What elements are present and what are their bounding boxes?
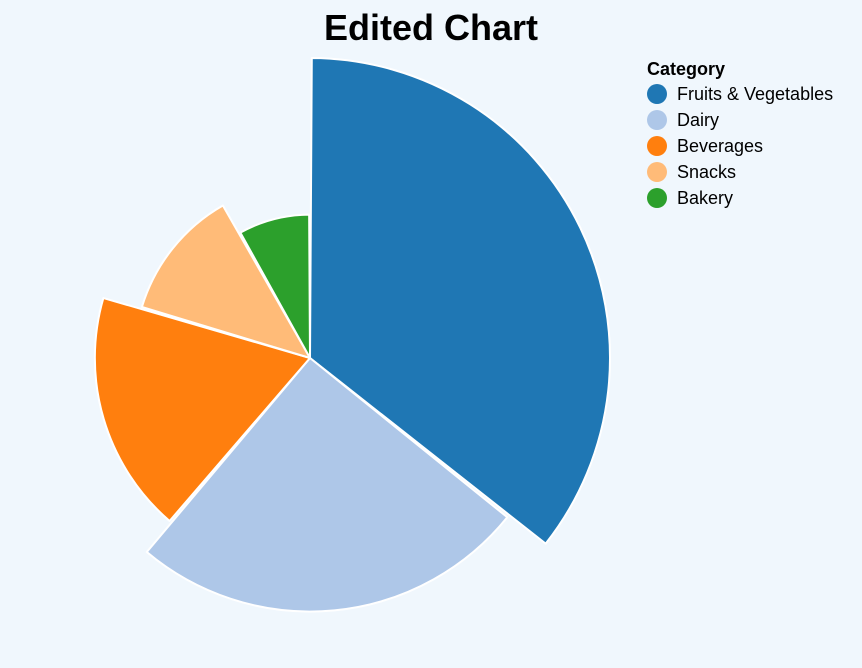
legend-item-bakery: Bakery [647, 185, 833, 211]
legend-item-dairy: Dairy [647, 107, 833, 133]
legend-swatch-snacks [647, 162, 667, 182]
legend-swatch-beverages [647, 136, 667, 156]
legend-label-fruits-vegetables: Fruits & Vegetables [677, 83, 834, 104]
legend-swatch-bakery [647, 188, 667, 208]
chart-root: Edited Chart Category Fruits & Vegetable… [0, 0, 862, 668]
legend-item-fruits-vegetables: Fruits & Vegetables [647, 81, 833, 107]
legend-label-beverages: Beverages [677, 135, 764, 156]
chart-title: Edited Chart [323, 7, 538, 48]
legend-item-snacks: Snacks [647, 159, 833, 185]
legend: Category Fruits & Vegetables Dairy Beverag… [647, 58, 833, 211]
legend-items: Fruits & Vegetables Dairy Beverages Snacks B… [647, 81, 833, 211]
legend-swatch-dairy [647, 110, 667, 130]
legend-title: Category [647, 59, 726, 79]
legend-label-bakery: Bakery [677, 187, 734, 208]
legend-item-beverages: Beverages [647, 133, 833, 159]
legend-swatch-fruits-vegetables [647, 84, 667, 104]
legend-label-dairy: Dairy [677, 109, 720, 130]
legend-label-snacks: Snacks [677, 161, 737, 182]
